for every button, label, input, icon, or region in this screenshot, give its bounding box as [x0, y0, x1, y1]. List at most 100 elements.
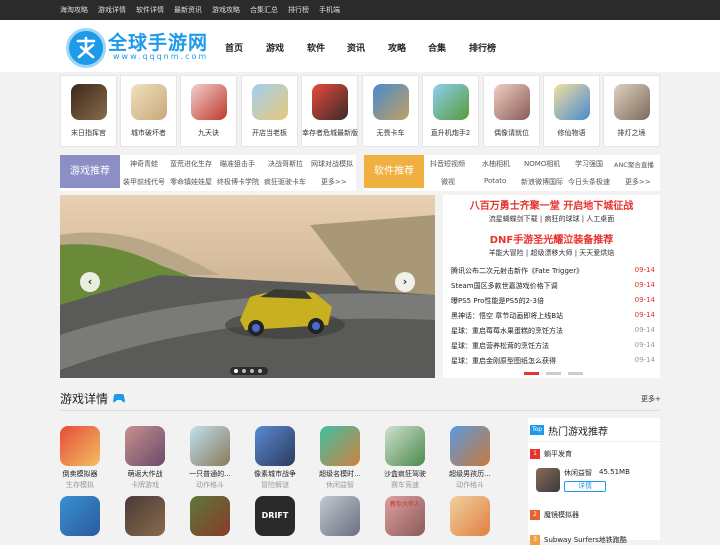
- banner-dot[interactable]: [242, 369, 246, 373]
- top-link-game-details[interactable]: 游戏详情: [98, 5, 126, 15]
- game-rec-link[interactable]: 疯狂驱驶卡车: [264, 177, 306, 187]
- banner-dot-active[interactable]: [234, 369, 238, 373]
- soft-rec-link[interactable]: 抖音短视频: [430, 159, 465, 169]
- soft-rec-link[interactable]: 微视: [441, 177, 455, 187]
- logo-icon[interactable]: [66, 28, 106, 68]
- banner-pagination: [230, 367, 268, 375]
- featured-game-card[interactable]: 排灯之境: [603, 75, 660, 147]
- game-detail-card[interactable]: 像素城市战争 冒险解谜: [249, 426, 301, 498]
- game-rec-link[interactable]: 瞄准狙击手: [220, 159, 255, 169]
- game-detail-card[interactable]: 沙盒疯狂驾驶 赛车竞速: [379, 426, 431, 498]
- news-item[interactable]: 星球：重启莓莓水果蛋糕的烹饪方法: [451, 326, 563, 336]
- news-tab-indicator[interactable]: [568, 372, 583, 375]
- game-icon[interactable]: [536, 468, 560, 492]
- game-detail-card[interactable]: 一只普通的... 动作格斗: [184, 426, 236, 498]
- top-link-mobile[interactable]: 手机端: [319, 5, 340, 15]
- details-button[interactable]: 详情: [564, 481, 606, 492]
- game-rec-link[interactable]: 蛮荒进化生存: [170, 159, 212, 169]
- banner-next-button[interactable]: ›: [395, 272, 415, 292]
- news-item[interactable]: 腾讯公布二次元射击新作《Fate Trigger》: [451, 266, 583, 276]
- section-divider: [60, 410, 660, 411]
- featured-game-card[interactable]: 城市破坏者: [120, 75, 177, 147]
- banner-prev-button[interactable]: ‹: [80, 272, 100, 292]
- game-icon: [385, 426, 425, 466]
- hot-game-name[interactable]: Subway Surfers地铁跑酷: [544, 535, 627, 545]
- game-rec-more[interactable]: 更多>>: [321, 177, 347, 187]
- nav-software[interactable]: 软件: [307, 41, 325, 54]
- game-icon[interactable]: 教你大作人: [385, 496, 425, 536]
- game-icon[interactable]: DRIFT: [255, 496, 295, 536]
- game-detail-card[interactable]: 超级男孩历... 动作格斗: [444, 426, 496, 498]
- top-link-software-details[interactable]: 软件详情: [136, 5, 164, 15]
- panel-divider: [528, 441, 660, 442]
- game-rec-link[interactable]: 零命镇娃娃屋: [170, 177, 212, 187]
- top-link-game-guides[interactable]: 游戏攻略: [212, 5, 240, 15]
- game-recommend-box: 游戏推荐 神奇青蛙 蛮荒进化生存 瞄准狙击手 决战哥斯拉 网球对战模拟 装甲前线…: [60, 155, 356, 191]
- featured-games: 末日指挥官 城市破坏者 九天诀 开店当老板 幸存者危城最新版 无畏卡车 直升机炮…: [60, 75, 660, 147]
- top-link-latest-news[interactable]: 最新资讯: [174, 5, 202, 15]
- news-headline-2[interactable]: DNF手游圣光耀泣装备推荐: [443, 231, 660, 246]
- game-icon: [373, 84, 409, 120]
- game-detail-card[interactable]: 倒卖模拟器 生存模拟: [54, 426, 106, 498]
- news-sublinks-1[interactable]: 流星蝴蝶剑下载 | 疯狂的球球 | 人工桌面: [443, 214, 660, 224]
- top-link-haitao[interactable]: 海淘攻略: [60, 5, 88, 15]
- soft-rec-link[interactable]: Potato: [484, 177, 506, 185]
- featured-game-card[interactable]: 九天诀: [180, 75, 237, 147]
- news-tab-indicator-active[interactable]: [524, 372, 539, 375]
- nav-rankings[interactable]: 排行榜: [469, 41, 496, 54]
- game-rec-link[interactable]: 终极博卡学院: [217, 177, 259, 187]
- news-item[interactable]: 星球：重启金刚原型图纸怎么获得: [451, 356, 556, 366]
- soft-rec-link[interactable]: 水柚相机: [482, 159, 510, 169]
- featured-game-card[interactable]: 幸存者危城最新版: [301, 75, 358, 147]
- featured-game-card[interactable]: 开店当老板: [241, 75, 298, 147]
- news-panel: 八百万勇士齐聚一堂 开启地下城征战 流星蝴蝶剑下载 | 疯狂的球球 | 人工桌面…: [443, 195, 660, 378]
- game-icon: [433, 84, 469, 120]
- news-item[interactable]: Steam国区多款世嘉游戏价格下调: [451, 281, 558, 291]
- game-icon[interactable]: [450, 496, 490, 536]
- soft-rec-link[interactable]: ANC聚合直播: [614, 159, 654, 169]
- news-tab-indicator[interactable]: [546, 372, 561, 375]
- game-details-more-link[interactable]: 更多+: [641, 394, 661, 404]
- top-link-collections[interactable]: 合集汇总: [250, 5, 278, 15]
- top-link-rankings[interactable]: 排行榜: [288, 5, 309, 15]
- news-item[interactable]: 黑神话：悟空 章节动画即将上线B站: [451, 311, 563, 321]
- soft-rec-link[interactable]: 学习强国: [575, 159, 603, 169]
- hot-game-name[interactable]: 魔镜模拟器: [544, 510, 579, 520]
- game-icon[interactable]: [320, 496, 360, 536]
- news-headline-1[interactable]: 八百万勇士齐聚一堂 开启地下城征战: [443, 197, 660, 212]
- nav-home[interactable]: 首页: [225, 41, 243, 54]
- game-detail-card[interactable]: 超级名模时... 休闲益智: [314, 426, 366, 498]
- nav-collections[interactable]: 合集: [428, 41, 446, 54]
- game-rec-link[interactable]: 装甲前线代号: [123, 177, 165, 187]
- game-rec-link[interactable]: 神奇青蛙: [130, 159, 158, 169]
- game-icon[interactable]: [60, 496, 100, 536]
- news-sublinks-2[interactable]: 羊能大冒险 | 超级漂移大师 | 天天爱烘焙: [443, 248, 660, 258]
- game-detail-name: 超级名模时...: [319, 470, 361, 478]
- banner-carousel[interactable]: ‹ ›: [60, 195, 435, 378]
- news-item[interactable]: 曝PS5 Pro性能是PS5的2-3倍: [451, 296, 544, 306]
- logo-text[interactable]: 全球手游网: [108, 28, 208, 55]
- soft-rec-link[interactable]: 新浪微博国际: [521, 177, 563, 187]
- hot-game-name[interactable]: 躺平发育: [544, 449, 572, 459]
- news-date: 09-14: [634, 326, 655, 334]
- soft-rec-more[interactable]: 更多>>: [625, 177, 651, 187]
- game-rec-link[interactable]: 决战哥斯拉: [268, 159, 303, 169]
- news-item[interactable]: 星球：重启营养松茸的烹饪方法: [451, 341, 549, 351]
- featured-game-card[interactable]: 直升机炮手2: [422, 75, 479, 147]
- featured-game-card[interactable]: 末日指挥官: [60, 75, 117, 147]
- game-icon[interactable]: [125, 496, 165, 536]
- featured-game-card[interactable]: 偶像请就位: [483, 75, 540, 147]
- nav-news[interactable]: 资讯: [347, 41, 365, 54]
- featured-game-card[interactable]: 修仙物语: [543, 75, 600, 147]
- game-recommend-badge: 游戏推荐: [60, 155, 120, 188]
- featured-game-card[interactable]: 无畏卡车: [362, 75, 419, 147]
- soft-rec-link[interactable]: 今日头条极速: [568, 177, 610, 187]
- soft-rec-link[interactable]: NOMO相机: [524, 159, 560, 169]
- game-icon[interactable]: [190, 496, 230, 536]
- game-rec-link[interactable]: 网球对战模拟: [311, 159, 353, 169]
- banner-dot[interactable]: [258, 369, 262, 373]
- nav-games[interactable]: 游戏: [266, 41, 284, 54]
- nav-guides[interactable]: 攻略: [388, 41, 406, 54]
- banner-dot[interactable]: [250, 369, 254, 373]
- game-detail-card[interactable]: 萌返大作战 卡牌游戏: [119, 426, 171, 498]
